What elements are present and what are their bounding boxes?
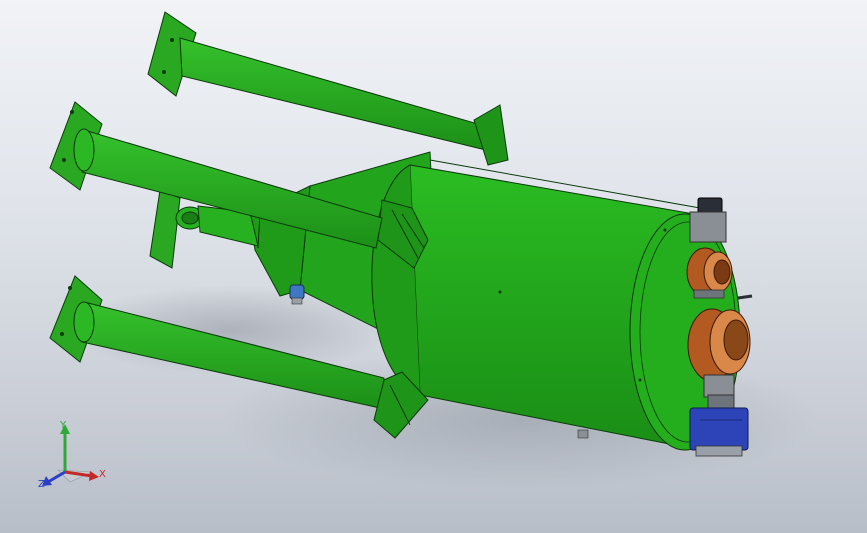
drain-fitting[interactable]	[289, 284, 305, 305]
graphics-viewport[interactable]: Y X Z	[0, 0, 867, 533]
bottom-fitting[interactable]	[577, 429, 589, 439]
triad-z-label: Z	[38, 479, 45, 490]
3d-model-view[interactable]	[0, 0, 867, 533]
triad-x-label: X	[99, 469, 106, 480]
support-leg-top[interactable]	[147, 11, 509, 166]
triad-z-axis	[47, 470, 66, 484]
coordinate-triad	[42, 424, 99, 486]
triad-y-label: Y	[60, 420, 67, 431]
